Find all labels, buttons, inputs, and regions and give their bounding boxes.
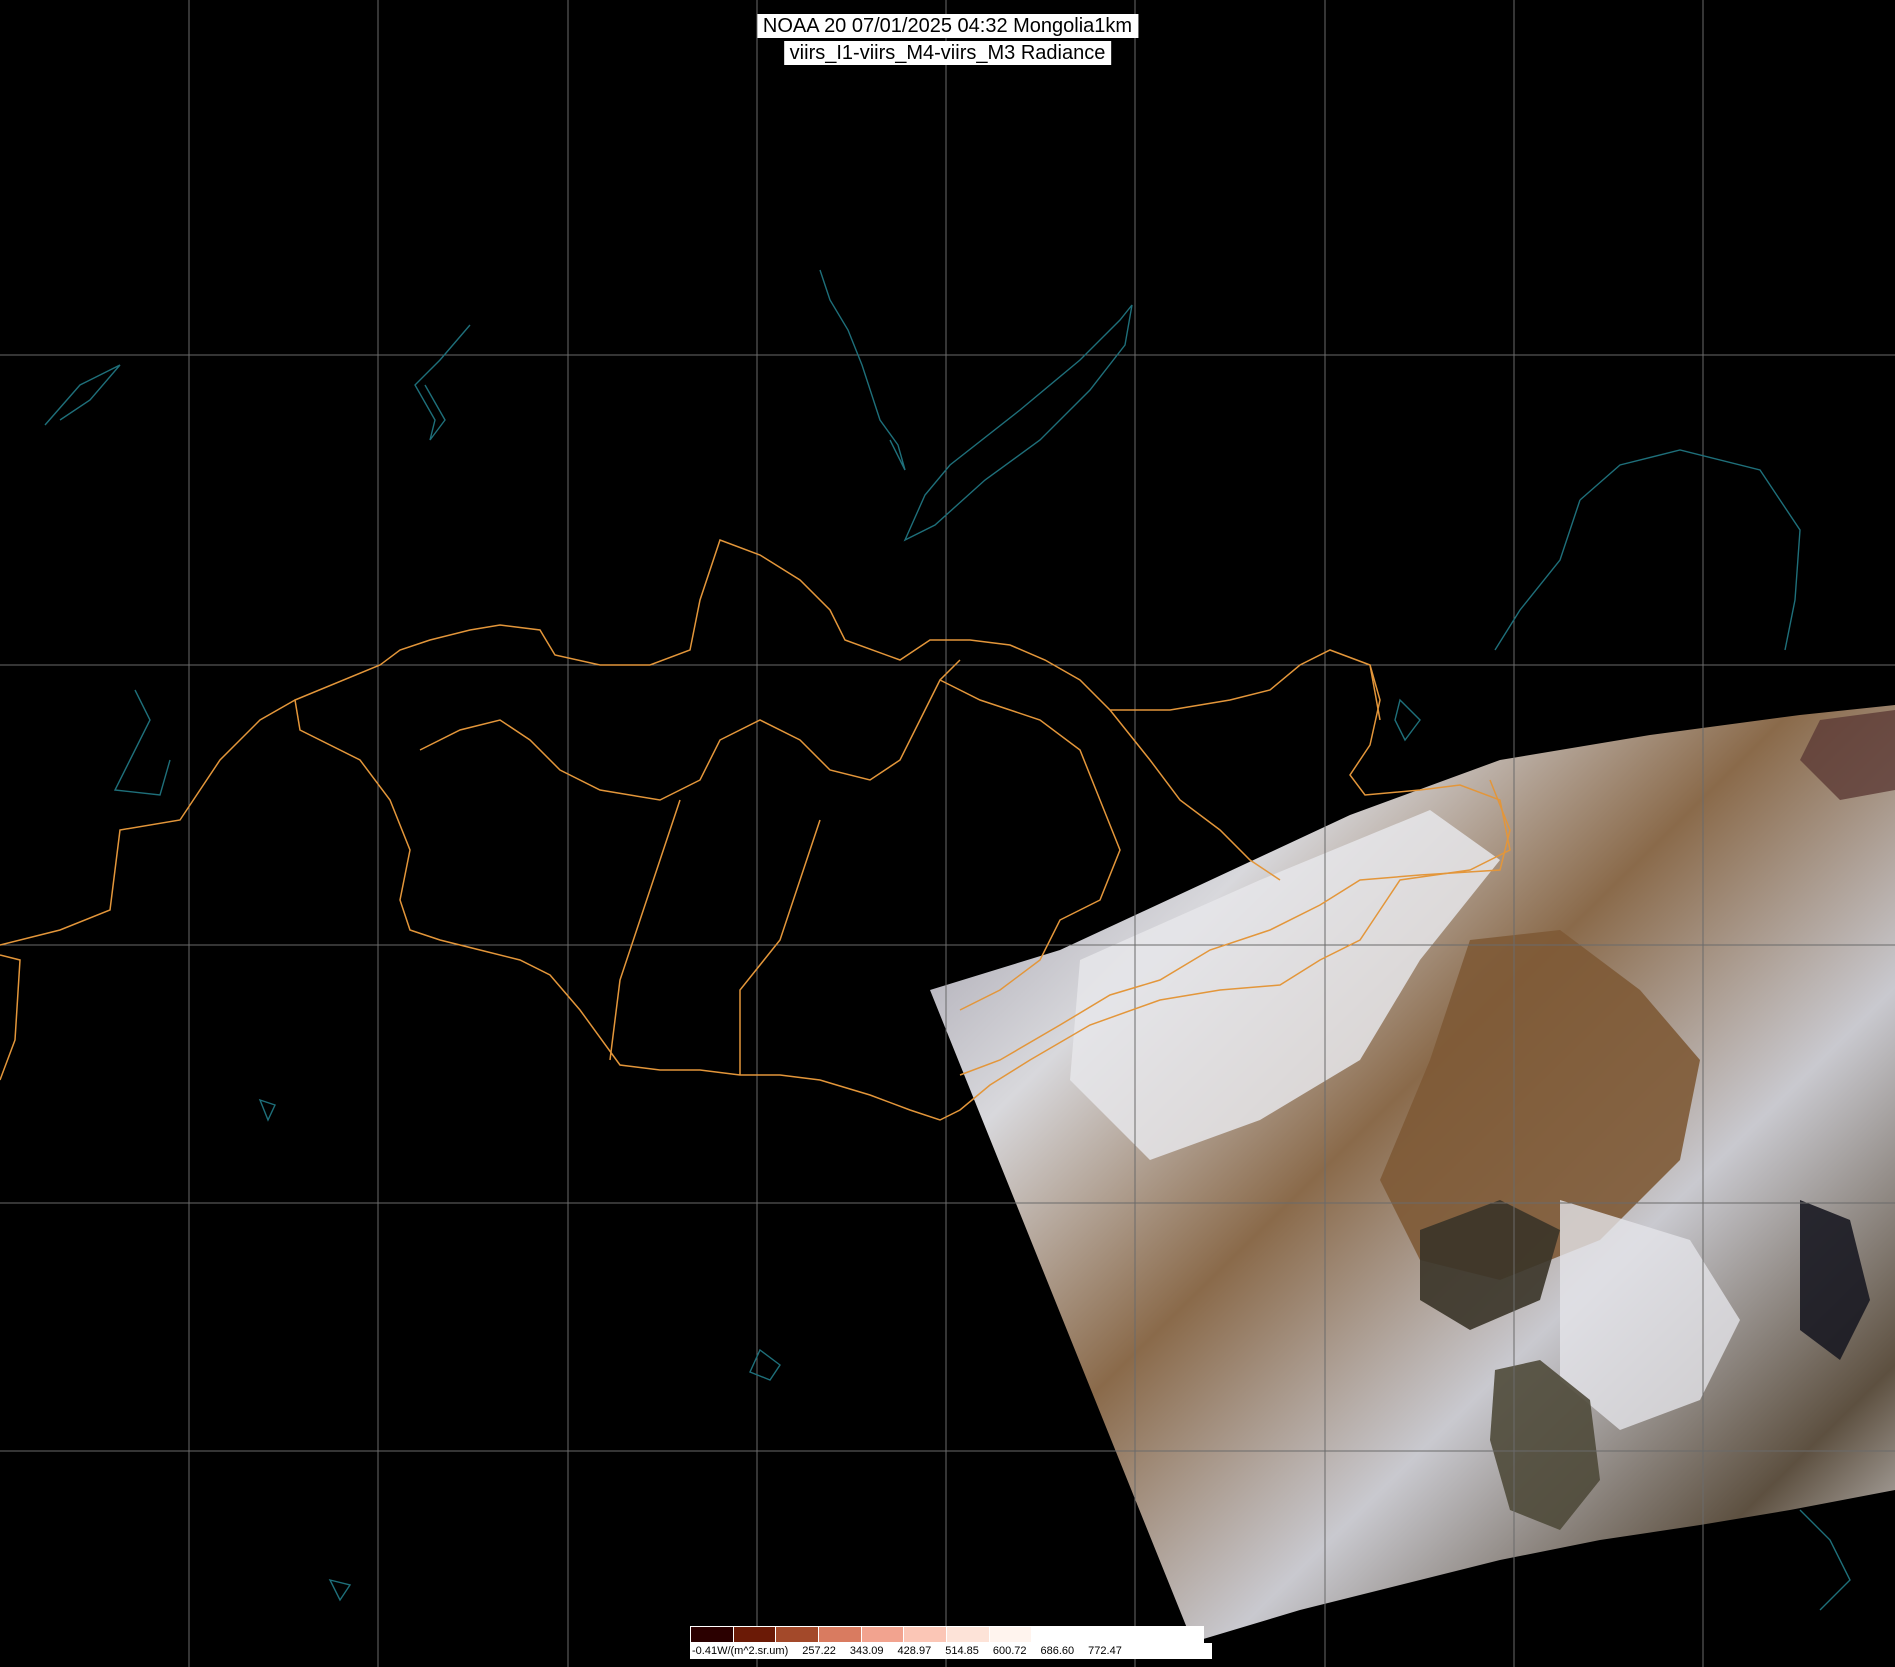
colorbar-label: 600.72 — [992, 1645, 1027, 1657]
colorbar-segment — [776, 1627, 820, 1642]
colorbar-segment — [1160, 1627, 1204, 1642]
colorbar-segment — [1032, 1627, 1076, 1642]
colorbar-segment — [1075, 1627, 1118, 1642]
colorbar-labels: -0.41W/(m^2.sr.um) 257.22 343.09 428.97 … — [690, 1643, 1212, 1659]
colorbar-segment — [947, 1627, 990, 1642]
colorbar-label: 257.22 — [802, 1645, 836, 1657]
title-line-2: viirs_I1-viirs_M4-viirs_M3 Radiance — [783, 41, 1112, 65]
colorbar-label: 428.97 — [897, 1645, 932, 1657]
colorbar-segment — [733, 1627, 777, 1642]
colorbar — [690, 1626, 1204, 1643]
title-line-1: NOAA 20 07/01/2025 04:32 Mongolia1km — [756, 14, 1139, 38]
colorbar-segment — [989, 1627, 1033, 1642]
colorbar-segment — [819, 1627, 862, 1642]
colorbar-label: 772.47 — [1088, 1645, 1122, 1657]
satellite-map — [0, 0, 1895, 1667]
colorbar-label: -0.41W/(m^2.sr.um) — [692, 1645, 789, 1657]
colorbar-label: 686.60 — [1040, 1645, 1075, 1657]
colorbar-segment — [861, 1627, 905, 1642]
colorbar-segment — [904, 1627, 948, 1642]
colorbar-segment — [691, 1627, 734, 1642]
colorbar-label: 514.85 — [945, 1645, 979, 1657]
colorbar-label: 343.09 — [849, 1645, 884, 1657]
colorbar-segment — [1117, 1627, 1161, 1642]
